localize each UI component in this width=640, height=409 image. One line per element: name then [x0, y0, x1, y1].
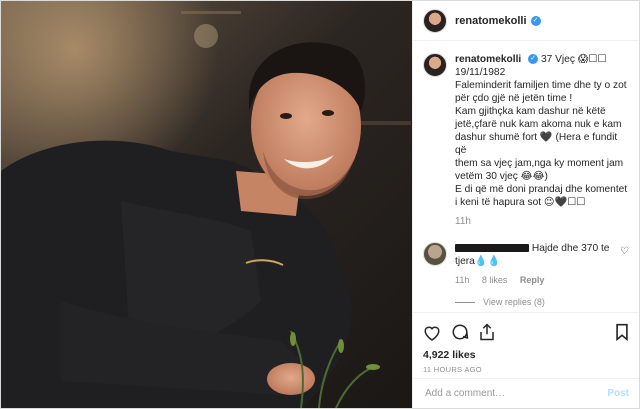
instagram-post: renatomekolli ✓ renatomekolli ✓ 37 Vjeç …	[0, 0, 640, 409]
add-comment-input[interactable]	[423, 387, 608, 400]
post-header: renatomekolli ✓	[413, 1, 639, 41]
like-heart-icon[interactable]	[423, 324, 441, 341]
post-photo[interactable]	[1, 1, 412, 408]
caption-line: E di që më doni prandaj dhe komentet	[455, 184, 628, 195]
comment-bubble-icon[interactable]	[451, 323, 469, 341]
caption-line: dashur shumë fort 🖤 (Hera e fundit që	[455, 132, 618, 156]
caption-line: jetë,çfarë nuk kam akoma nuk e kam	[455, 119, 622, 130]
caption-line: Kam gjithçka kam dashur në këtë	[455, 106, 606, 117]
caption-line: i keni të hapura sot 😉🖤☐☐	[455, 197, 586, 208]
caption-time[interactable]: 11h	[455, 215, 629, 228]
comment-text-line2: tjera💧💧	[455, 256, 501, 267]
caption-username[interactable]: renatomekolli	[455, 54, 521, 65]
caption-line: 37 Vjeç 😱☐☐	[540, 54, 607, 65]
comment-body: Hajde dhe 370 te tjera💧💧 11h 8 likes Rep…	[455, 242, 609, 287]
view-replies-label: View replies (8)	[483, 297, 545, 307]
caption: renatomekolli ✓ 37 Vjeç 😱☐☐ 19/11/1982 F…	[423, 53, 629, 228]
comment: Hajde dhe 370 te tjera💧💧 11h 8 likes Rep…	[423, 242, 629, 287]
add-comment-bar: Post	[413, 378, 639, 408]
comment-like-heart-icon[interactable]: ♡	[620, 246, 629, 257]
comments-section: renatomekolli ✓ 37 Vjeç 😱☐☐ 19/11/1982 F…	[413, 41, 639, 312]
share-icon[interactable]	[479, 323, 495, 341]
author-avatar[interactable]	[423, 8, 447, 33]
comment-text: Hajde dhe 370 te	[531, 243, 610, 254]
caption-line: vetëm 30 vjeç 😂😂)	[455, 171, 548, 182]
post-side-panel: renatomekolli ✓ renatomekolli ✓ 37 Vjeç …	[412, 1, 639, 408]
verified-badge-icon: ✓	[528, 54, 539, 65]
replies-divider	[455, 301, 475, 303]
verified-badge-icon: ✓	[530, 15, 541, 26]
caption-line: them sa vjeç jam,nga ky moment jam	[455, 158, 624, 169]
chef-portrait-image	[1, 1, 412, 408]
reply-button[interactable]: Reply	[520, 275, 545, 285]
comment-likes[interactable]: 8 likes	[482, 275, 508, 285]
redacted-username	[455, 244, 529, 253]
action-icons	[423, 321, 629, 343]
post-actions: 4,922 likes 11 HOURS AGO	[413, 312, 639, 378]
likes-count[interactable]: 4,922 likes	[423, 349, 629, 361]
view-replies-button[interactable]: View replies (8)	[455, 297, 629, 307]
caption-line: 19/11/1982	[455, 67, 506, 78]
post-comment-button[interactable]: Post	[607, 388, 629, 399]
caption-body: renatomekolli ✓ 37 Vjeç 😱☐☐ 19/11/1982 F…	[455, 53, 629, 228]
comment-time[interactable]: 11h	[455, 275, 469, 285]
comment-meta: 11h 8 likes Reply	[455, 274, 609, 287]
author-username[interactable]: renatomekolli	[455, 15, 527, 27]
caption-author-avatar[interactable]	[423, 53, 447, 77]
bookmark-icon[interactable]	[615, 323, 629, 341]
caption-line: Faleminderit familjen time dhe ty o zot	[455, 80, 627, 91]
caption-line: për çdo gjë në jetën time !	[455, 93, 573, 104]
post-timestamp[interactable]: 11 HOURS AGO	[423, 365, 629, 374]
commenter-avatar[interactable]	[423, 242, 447, 266]
